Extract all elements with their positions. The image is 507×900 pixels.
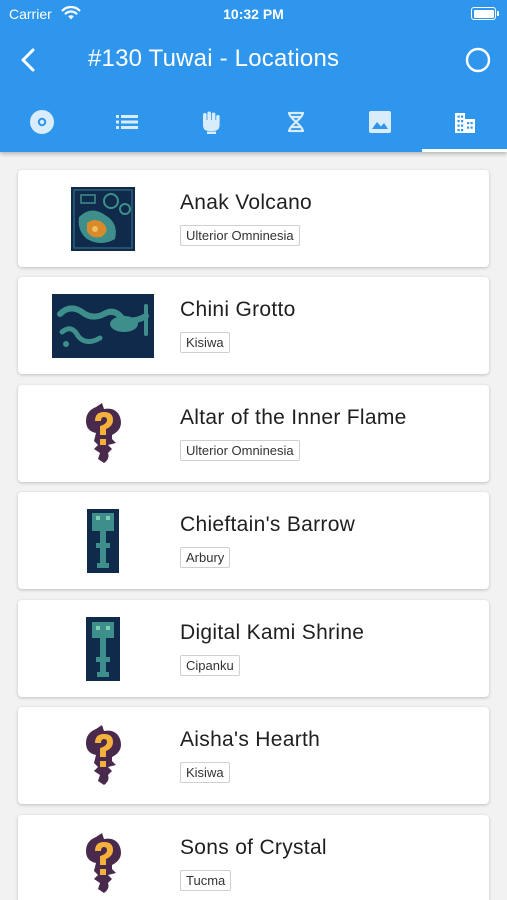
- location-card[interactable]: Sons of Crystal Tucma: [18, 815, 489, 900]
- map-thumbnail-barrow: [87, 508, 119, 573]
- tab-gallery[interactable]: [338, 92, 423, 152]
- map-thumbnail-volcano: [71, 186, 135, 251]
- map-thumbnail-shrine: [86, 616, 120, 681]
- unknown-question-icon: [86, 832, 121, 893]
- location-thumbnail: [18, 170, 188, 267]
- location-card[interactable]: Chini Grotto Kisiwa: [18, 277, 489, 374]
- chevron-left-icon: [21, 48, 35, 72]
- toolbar: #130 Tuwai - Locations: [0, 30, 507, 90]
- status-time: 10:32 PM: [223, 6, 284, 22]
- tab-moves[interactable]: [169, 92, 254, 152]
- dna-icon: [287, 111, 304, 133]
- location-thumbnail: [18, 492, 188, 589]
- location-card[interactable]: Chieftain's Barrow Arbury: [18, 492, 489, 589]
- unknown-question-icon: [86, 402, 121, 463]
- tab-bar: [0, 92, 507, 152]
- region-badge: Kisiwa: [180, 762, 230, 783]
- map-thumbnail-grotto: [52, 293, 154, 358]
- location-name: Digital Kami Shrine: [180, 621, 365, 644]
- disc-icon: [30, 110, 55, 134]
- region-badge: Kisiwa: [180, 332, 230, 353]
- location-thumbnail: [18, 385, 188, 482]
- unknown-question-icon: [86, 724, 121, 785]
- region-badge: Ulterior Omninesia: [180, 440, 300, 461]
- list-icon: [115, 115, 138, 129]
- region-badge: Ulterior Omninesia: [180, 225, 300, 246]
- location-name: Chini Grotto: [180, 298, 296, 321]
- location-name: Anak Volcano: [180, 191, 313, 214]
- image-icon: [369, 111, 392, 133]
- battery-icon: [471, 7, 499, 20]
- location-name: Sons of Crystal: [180, 836, 327, 859]
- building-icon: [454, 113, 475, 133]
- region-badge: Arbury: [180, 547, 231, 568]
- location-name: Altar of the Inner Flame: [180, 406, 407, 429]
- location-thumbnail: [18, 815, 188, 900]
- location-card[interactable]: Anak Volcano Ulterior Omninesia: [18, 170, 489, 267]
- tab-list[interactable]: [85, 92, 170, 152]
- location-card[interactable]: Altar of the Inner Flame Ulterior Omnine…: [18, 385, 489, 482]
- location-card[interactable]: Digital Kami Shrine Cipanku: [18, 600, 489, 697]
- location-thumbnail: [18, 600, 188, 697]
- location-card[interactable]: Aisha's Hearth Kisiwa: [18, 707, 489, 804]
- location-thumbnail: [18, 707, 188, 804]
- status-bar: Carrier 10:32 PM: [0, 0, 507, 28]
- tab-indicator: [422, 149, 507, 152]
- region-badge: Cipanku: [180, 655, 240, 676]
- circle-action-button[interactable]: [463, 45, 493, 75]
- location-name: Chieftain's Barrow: [180, 513, 356, 536]
- tab-evolution[interactable]: [254, 92, 339, 152]
- tab-overview[interactable]: [0, 92, 85, 152]
- app-bar: Carrier 10:32 PM #130 Tuwai - Locations: [0, 0, 507, 152]
- location-thumbnail: [18, 277, 188, 374]
- region-badge: Tucma: [180, 870, 232, 891]
- page-title: #130 Tuwai - Locations: [88, 45, 340, 72]
- tab-locations[interactable]: [423, 92, 507, 152]
- circle-icon: [465, 47, 491, 73]
- fist-icon: [203, 111, 220, 134]
- location-name: Aisha's Hearth: [180, 728, 321, 751]
- back-button[interactable]: [14, 44, 44, 76]
